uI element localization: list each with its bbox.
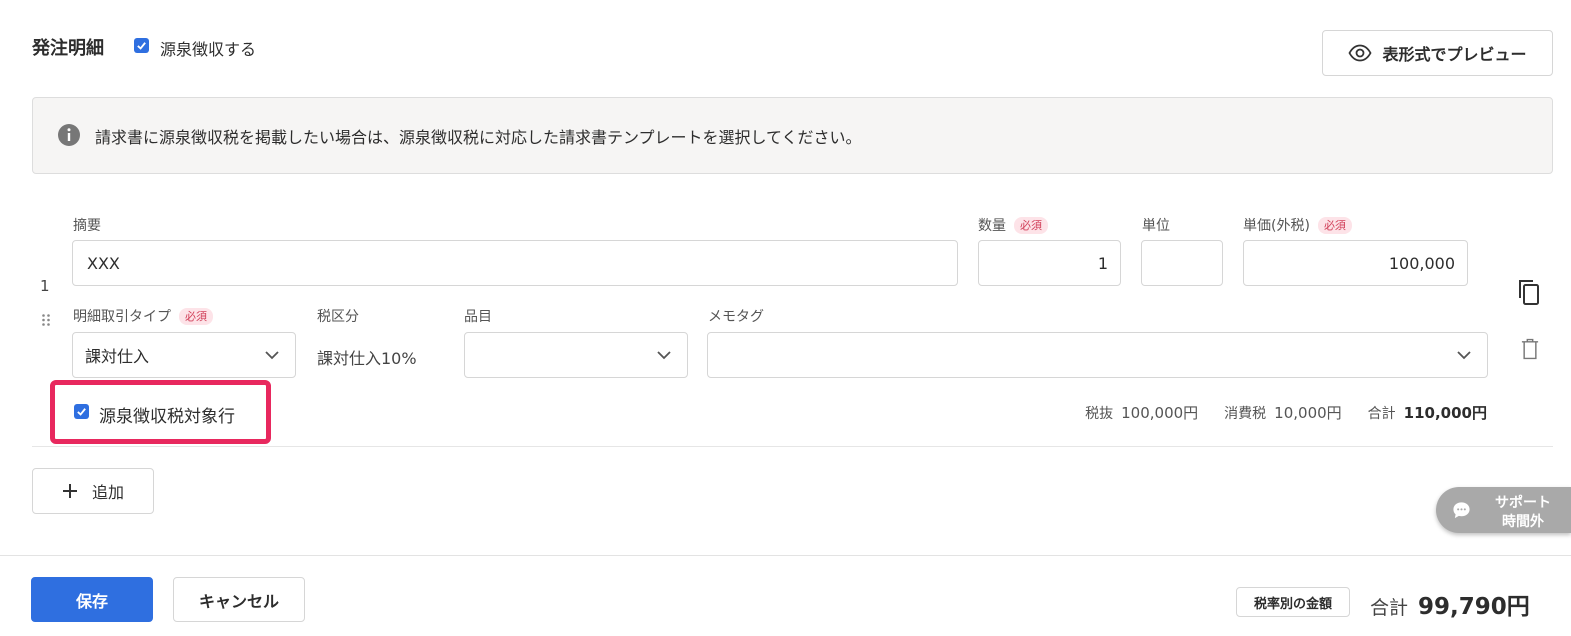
withholding-checkbox-label: 源泉徴収する xyxy=(160,40,257,59)
footer-divider xyxy=(0,555,1571,556)
support-line-2: 時間外 xyxy=(1502,514,1544,530)
preview-table-button[interactable]: 表形式でプレビュー xyxy=(1322,30,1553,76)
save-button[interactable]: 保存 xyxy=(31,577,153,622)
unit-price-label: 単価(外税) 必須 xyxy=(1243,215,1352,235)
required-badge: 必須 xyxy=(179,307,213,325)
summary-label: 摘要 xyxy=(73,218,101,234)
drag-handle-icon[interactable] xyxy=(41,313,51,327)
line-totals: 税抜 100,000円 消費税 10,000円 合計 110,000円 xyxy=(1085,402,1487,423)
transaction-type-label-text: 明細取引タイプ xyxy=(73,309,171,325)
tax-rate-breakdown-button[interactable]: 税率別の金額 xyxy=(1236,587,1350,617)
tax-excluded-value: 100,000円 xyxy=(1121,404,1199,422)
unit-price-input-value: 100,000 xyxy=(1388,253,1455,273)
add-line-button[interactable]: 追加 xyxy=(32,468,154,514)
withholding-row-checkbox[interactable] xyxy=(74,404,89,419)
summary-input-value: XXX xyxy=(87,253,120,273)
chevron-down-icon xyxy=(265,351,279,360)
unit-price-label-text: 単価(外税) xyxy=(1243,218,1310,234)
required-badge: 必須 xyxy=(1014,216,1048,234)
consumption-tax-value: 10,000円 xyxy=(1274,404,1342,422)
plus-icon xyxy=(62,484,77,498)
cancel-button-label: キャンセル xyxy=(198,591,279,611)
chevron-down-icon xyxy=(1457,351,1471,360)
support-line-1: サポート xyxy=(1495,495,1551,511)
footer-total-label: 合計 xyxy=(1370,597,1409,619)
tax-category-label: 税区分 xyxy=(317,309,359,325)
quantity-input[interactable]: 1 xyxy=(978,240,1121,286)
transaction-type-select-value: 課対仕入 xyxy=(85,347,150,366)
notice-text: 請求書に源泉徴収税を掲載したい場合は、源泉徴収税に対応した請求書テンプレートを選… xyxy=(95,128,862,147)
item-label: 品目 xyxy=(464,309,492,325)
cancel-button[interactable]: キャンセル xyxy=(173,577,305,622)
unit-price-input[interactable]: 100,000 xyxy=(1243,240,1468,286)
section-title: 発注明細 xyxy=(32,38,104,59)
copy-icon[interactable] xyxy=(1517,278,1541,306)
summary-input[interactable]: XXX xyxy=(72,240,958,286)
line-total-value: 110,000円 xyxy=(1403,404,1487,422)
required-badge: 必須 xyxy=(1317,216,1352,234)
memo-tag-label: メモタグ xyxy=(708,309,764,325)
transaction-type-label: 明細取引タイプ 必須 xyxy=(73,306,213,326)
tax-excluded-label: 税抜 xyxy=(1085,406,1114,422)
footer-total: 合計 99,790円 xyxy=(1370,587,1530,621)
withholding-row-label: 源泉徴収税対象行 xyxy=(99,407,235,427)
trash-icon[interactable] xyxy=(1521,338,1539,360)
line-total-label: 合計 xyxy=(1367,406,1396,422)
unit-input[interactable] xyxy=(1141,240,1223,286)
quantity-input-value: 1 xyxy=(1097,253,1108,273)
eye-icon xyxy=(1348,44,1373,62)
row-index: 1 xyxy=(40,277,50,295)
info-icon xyxy=(58,124,80,146)
chevron-down-icon xyxy=(657,351,671,360)
unit-label: 単位 xyxy=(1142,218,1170,234)
quantity-label-text: 数量 xyxy=(978,218,1006,234)
preview-button-label: 表形式でプレビュー xyxy=(1382,45,1527,64)
footer-total-value: 99,790円 xyxy=(1418,594,1530,620)
transaction-type-select[interactable]: 課対仕入 xyxy=(72,332,296,378)
row-divider xyxy=(32,446,1553,447)
withholding-checkbox[interactable] xyxy=(134,38,149,53)
add-button-label: 追加 xyxy=(91,483,124,502)
check-icon xyxy=(77,408,86,416)
chat-bubble-icon xyxy=(1453,502,1470,519)
support-chat-button[interactable]: サポート 時間外 xyxy=(1436,487,1571,533)
quantity-label: 数量 必須 xyxy=(978,215,1048,235)
consumption-tax-label: 消費税 xyxy=(1224,406,1267,422)
memo-tag-select[interactable] xyxy=(707,332,1488,378)
item-select[interactable] xyxy=(464,332,688,378)
tax-rate-button-label: 税率別の金額 xyxy=(1253,596,1332,612)
check-icon xyxy=(137,42,146,50)
tax-category-value: 課対仕入10% xyxy=(317,349,417,368)
save-button-label: 保存 xyxy=(75,591,108,611)
info-notice: 請求書に源泉徴収税を掲載したい場合は、源泉徴収税に対応した請求書テンプレートを選… xyxy=(32,97,1553,174)
